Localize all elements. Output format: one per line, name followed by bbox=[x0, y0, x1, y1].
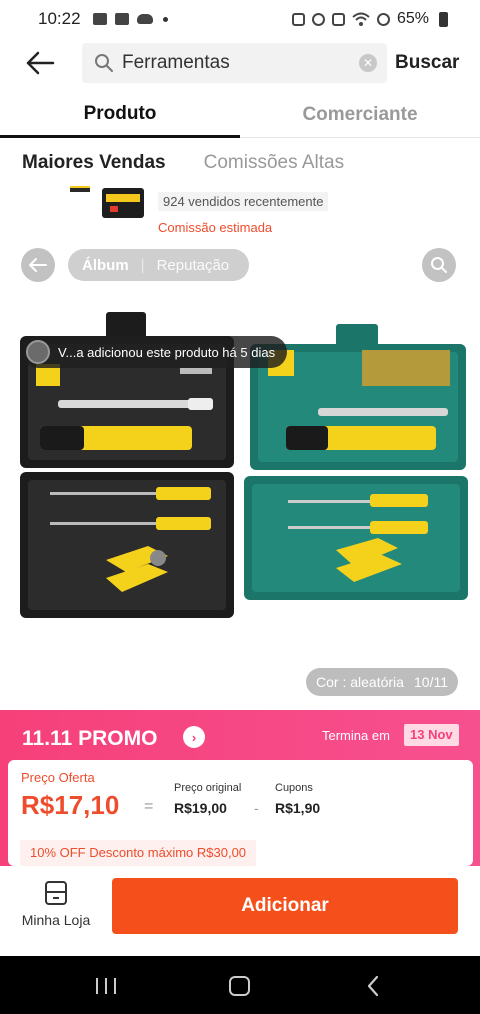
search-row: Ferramentas ✕ Buscar bbox=[0, 40, 480, 86]
lock-icon bbox=[291, 12, 305, 26]
search-query: Ferramentas bbox=[122, 52, 230, 73]
added-notice-text: V...a adicionou este produto há 5 dias bbox=[58, 344, 276, 360]
minus-sign: - bbox=[254, 800, 259, 816]
cloud-icon bbox=[136, 14, 153, 24]
gallery-notification-icon bbox=[92, 13, 107, 25]
tab-produto[interactable]: Produto bbox=[0, 92, 240, 138]
search-input[interactable]: Ferramentas ✕ bbox=[82, 43, 387, 83]
system-nav-bar bbox=[0, 956, 480, 1014]
store-icon bbox=[45, 881, 67, 905]
system-back-icon[interactable] bbox=[366, 975, 380, 997]
album-reputation-toggle: Álbum | Reputação bbox=[68, 249, 249, 281]
image-counter: 10/11 bbox=[414, 674, 448, 690]
offer-price-label: Preço Oferta bbox=[21, 770, 95, 785]
my-store-label: Minha Loja bbox=[21, 912, 91, 928]
status-left: 10:22 bbox=[38, 9, 168, 29]
status-bar: 10:22 65% bbox=[0, 0, 480, 38]
variant-color-chip[interactable]: Cor : aleatória 10/11 bbox=[306, 668, 458, 696]
promo-ends-label: Termina em bbox=[322, 728, 390, 743]
bottom-action-bar: Minha Loja Adicionar bbox=[0, 866, 480, 954]
home-icon[interactable] bbox=[229, 976, 250, 996]
add-button[interactable]: Adicionar bbox=[112, 878, 458, 934]
original-price-label: Preço original bbox=[174, 782, 242, 794]
recent-apps-icon[interactable] bbox=[96, 978, 116, 994]
avatar bbox=[26, 340, 50, 364]
tabs: Produto Comerciante bbox=[0, 92, 480, 138]
promo-banner: 11.11 PROMO › Termina em 13 Nov Preço Of… bbox=[0, 710, 480, 870]
wifi-icon bbox=[352, 12, 370, 26]
discount-tag: 10% OFF Desconto máximo R$30,00 bbox=[20, 840, 257, 866]
mute-icon bbox=[331, 12, 345, 26]
more-notifications-dot-icon bbox=[162, 16, 168, 22]
commission-label: Comissão estimada bbox=[158, 220, 273, 232]
status-right: 65% bbox=[291, 10, 448, 28]
segment-divider: | bbox=[140, 256, 145, 274]
color-label: Cor : aleatória bbox=[316, 674, 404, 690]
sort-best-sellers[interactable]: Maiores Vendas bbox=[22, 152, 166, 174]
app-notification-icon bbox=[114, 13, 129, 25]
promo-chevron-right-icon[interactable]: › bbox=[183, 726, 205, 748]
battery-icon bbox=[439, 11, 448, 27]
promo-title: 11.11 PROMO bbox=[22, 727, 158, 750]
sort-high-commission[interactable]: Comissões Altas bbox=[204, 152, 344, 174]
back-arrow-icon bbox=[26, 51, 55, 75]
back-button[interactable] bbox=[20, 43, 60, 83]
search-icon bbox=[431, 257, 447, 273]
segment-album[interactable]: Álbum bbox=[82, 257, 129, 274]
battery-percent: 65% bbox=[396, 10, 429, 27]
equals-sign: = bbox=[144, 798, 154, 815]
sort-options: Maiores Vendas Comissões Altas bbox=[22, 146, 344, 180]
do-not-disturb-icon bbox=[376, 12, 390, 26]
coupons-value: R$1,90 bbox=[275, 800, 321, 816]
status-time: 10:22 bbox=[38, 9, 81, 28]
previous-product-thumbnail bbox=[70, 186, 144, 218]
alarm-icon bbox=[311, 12, 325, 26]
viewer-search-button[interactable] bbox=[422, 248, 456, 282]
back-arrow-icon bbox=[29, 258, 47, 272]
offer-price: R$17,10 bbox=[21, 790, 120, 820]
promo-ends-date: 13 Nov bbox=[404, 724, 459, 746]
search-submit-button[interactable]: Buscar bbox=[395, 52, 459, 74]
original-price: R$19,00 bbox=[174, 800, 227, 816]
previous-list-item[interactable]: 924 vendidos recentemente Comissão estim… bbox=[0, 186, 480, 232]
segment-reputation[interactable]: Reputação bbox=[157, 257, 230, 274]
sold-count: 924 vendidos recentemente bbox=[158, 192, 329, 211]
added-notice-badge: V...a adicionou este produto há 5 dias bbox=[22, 336, 288, 368]
search-icon bbox=[95, 54, 113, 72]
image-viewer-controls: Álbum | Reputação bbox=[0, 248, 480, 284]
my-store-button[interactable]: Minha Loja bbox=[16, 880, 96, 940]
tab-comerciante[interactable]: Comerciante bbox=[240, 92, 480, 138]
coupons-label: Cupons bbox=[275, 782, 313, 794]
clear-search-icon[interactable]: ✕ bbox=[359, 54, 377, 72]
viewer-back-button[interactable] bbox=[21, 248, 55, 282]
price-card: Preço Oferta R$17,10 = Preço original R$… bbox=[8, 760, 473, 866]
